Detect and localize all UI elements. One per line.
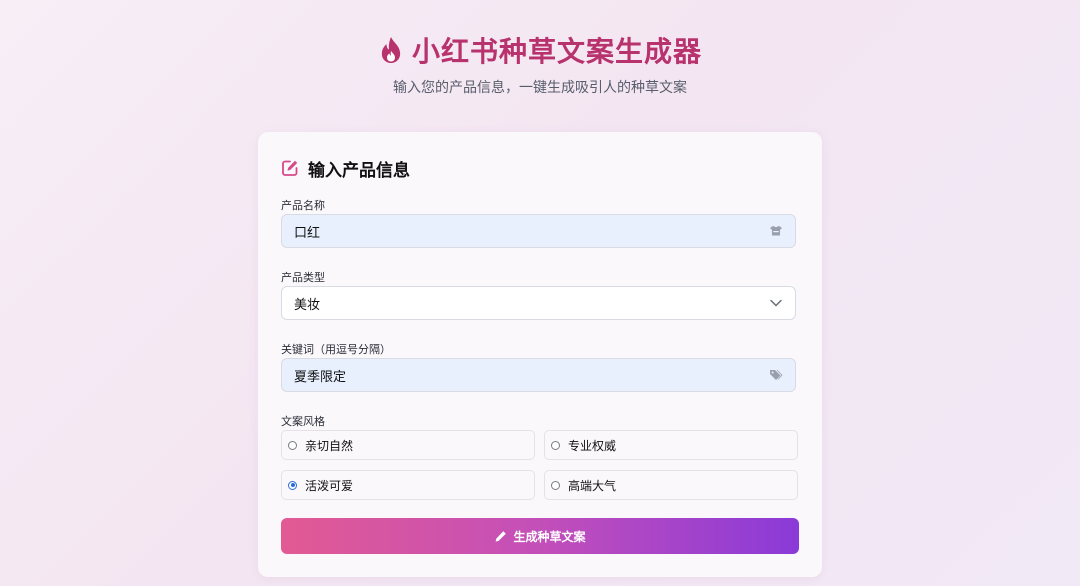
title-row: 小红书种草文案生成器 — [0, 29, 1080, 71]
style-option-label: 专业权威 — [568, 438, 617, 453]
product-type-select[interactable]: 美妆 — [281, 286, 796, 320]
style-option-label: 高端大气 — [568, 478, 617, 493]
style-option-friendly[interactable]: 亲切自然 — [281, 430, 535, 460]
style-option-professional[interactable]: 专业权威 — [544, 430, 798, 460]
card-title-text: 输入产品信息 — [308, 160, 410, 181]
style-label: 文案风格 — [281, 415, 325, 428]
style-option-premium[interactable]: 高端大气 — [544, 470, 798, 500]
radio-button[interactable] — [551, 480, 560, 490]
radio-button[interactable] — [551, 440, 560, 450]
generate-button[interactable]: 生成种草文案 — [281, 518, 799, 554]
keywords-input[interactable]: 夏季限定 — [281, 358, 796, 392]
keywords-label: 关键词（用逗号分隔） — [281, 343, 391, 356]
radio-button[interactable] — [288, 440, 297, 450]
chevron-down-icon — [769, 296, 783, 310]
tags-icon — [769, 368, 783, 382]
generate-button-label: 生成种草文案 — [513, 529, 586, 544]
page-header: 小红书种草文案生成器 输入您的产品信息，一键生成吸引人的种草文案 — [0, 29, 1080, 97]
fire-icon — [378, 36, 404, 64]
radio-button-checked[interactable] — [288, 480, 297, 490]
product-name-input[interactable]: 口红 — [281, 214, 796, 248]
pencil-icon — [494, 530, 507, 543]
style-option-label: 亲切自然 — [305, 438, 354, 453]
keywords-value: 夏季限定 — [294, 369, 347, 385]
page-title: 小红书种草文案生成器 — [411, 35, 702, 68]
style-option-label: 活泼可爱 — [305, 478, 354, 493]
product-name-value: 口红 — [294, 225, 321, 241]
product-info-card: 输入产品信息 产品名称 口红 产品类型 美妆 关键词（用逗号分隔） 夏季限定 文… — [258, 132, 822, 577]
product-type-label: 产品类型 — [281, 271, 325, 284]
edit-icon — [281, 159, 299, 177]
page-subtitle: 输入您的产品信息，一键生成吸引人的种草文案 — [393, 80, 687, 96]
product-name-label: 产品名称 — [281, 199, 325, 212]
card-title: 输入产品信息 — [281, 157, 410, 181]
box-icon — [769, 224, 783, 238]
style-option-lively[interactable]: 活泼可爱 — [281, 470, 535, 500]
product-type-value: 美妆 — [294, 297, 321, 313]
